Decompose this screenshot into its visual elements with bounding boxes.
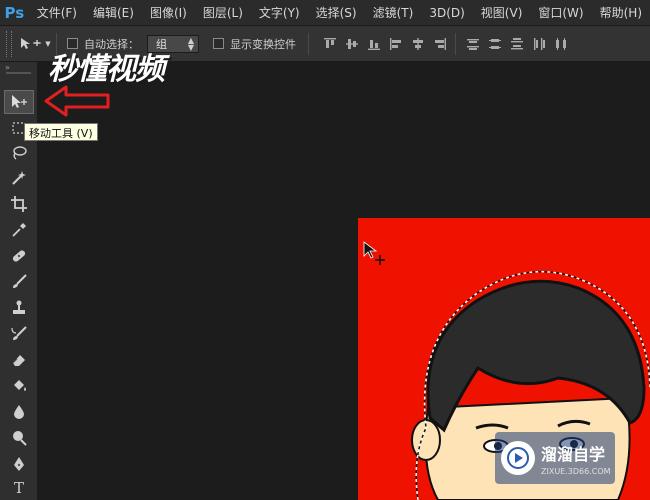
show-transform-label: 显示变换控件 (230, 37, 296, 51)
align-left-button[interactable] (385, 34, 407, 54)
dodge-tool[interactable] (4, 426, 34, 450)
bucket-icon (14, 380, 26, 391)
menu-edit[interactable]: 编辑(E) (85, 4, 142, 21)
panel-grip[interactable] (6, 72, 31, 76)
eyedropper-icon (12, 223, 26, 237)
crop-tool[interactable] (4, 192, 34, 216)
eraser-tool[interactable] (4, 348, 34, 372)
move-cursor-icon (362, 240, 388, 270)
distribute-vcenter-icon (489, 38, 501, 49)
align-right-button[interactable] (429, 34, 451, 54)
distribute-top-icon (467, 38, 479, 50)
paint-bucket-tool[interactable] (4, 374, 34, 398)
eraser-icon (12, 355, 25, 366)
watermark-top: 秒懂视频 (48, 52, 165, 87)
magic-wand-icon (12, 171, 26, 185)
lasso-icon (13, 146, 27, 160)
align-hcenter-button[interactable] (407, 34, 429, 54)
align-vcenter-icon (346, 38, 358, 49)
menu-view[interactable]: 视图(V) (473, 4, 531, 21)
move-icon (12, 95, 27, 108)
align-top-icon (324, 37, 336, 48)
tool-preset-picker[interactable]: ▼ (18, 31, 52, 57)
menu-image[interactable]: 图像(I) (142, 4, 195, 21)
divider (308, 32, 309, 55)
dodge-icon (13, 431, 27, 446)
crop-icon (11, 196, 27, 212)
align-vcenter-button[interactable] (341, 34, 363, 54)
distribute-hcenter-button[interactable] (550, 34, 572, 54)
distribute-buttons (462, 34, 572, 54)
annotation-arrow-icon (42, 84, 112, 122)
move-tool[interactable] (4, 90, 34, 114)
distribute-hcenter-icon (556, 37, 566, 50)
brush-tool[interactable] (4, 270, 34, 294)
distribute-left-button[interactable] (528, 34, 550, 54)
magic-wand-tool[interactable] (4, 166, 34, 190)
options-bar-grip[interactable] (6, 30, 12, 57)
move-tool-tooltip: 移动工具 (V) (24, 123, 98, 141)
align-buttons (319, 34, 451, 54)
menu-layer[interactable]: 图层(L) (195, 4, 251, 21)
drop-icon (14, 405, 24, 419)
distribute-bottom-button[interactable] (506, 34, 528, 54)
watermark-url: ZIXUE.3D66.COM (541, 466, 611, 476)
collapse-panel-icon[interactable]: » (0, 62, 37, 72)
distribute-left-icon (534, 37, 545, 50)
blur-tool[interactable] (4, 400, 34, 424)
distribute-vcenter-button[interactable] (484, 34, 506, 54)
stepper-arrows-icon: ▲ ▼ (187, 35, 194, 52)
align-bottom-icon (368, 39, 380, 50)
menu-help[interactable]: 帮助(H) (592, 4, 650, 21)
align-top-button[interactable] (319, 34, 341, 54)
align-hcenter-icon (413, 37, 423, 50)
align-left-icon (390, 37, 401, 50)
bandage-icon (12, 250, 26, 262)
watermark-name: 溜溜自学 (541, 444, 606, 464)
move-icon (21, 37, 42, 49)
menu-type[interactable]: 文字(Y) (251, 4, 308, 21)
history-brush-icon (11, 326, 27, 340)
eyedropper-tool[interactable] (4, 218, 34, 242)
align-right-icon (435, 37, 446, 50)
history-brush-tool[interactable] (4, 322, 34, 346)
divider (455, 32, 456, 55)
distribute-top-button[interactable] (462, 34, 484, 54)
type-tool[interactable]: T (4, 476, 34, 500)
pen-icon (14, 457, 24, 471)
menu-filter[interactable]: 滤镜(T) (365, 4, 422, 21)
distribute-bottom-icon (511, 37, 523, 49)
menu-bar: Ps 文件(F) 编辑(E) 图像(I) 图层(L) 文字(Y) 选择(S) 滤… (0, 0, 650, 26)
clone-stamp-tool[interactable] (4, 296, 34, 320)
menu-window[interactable]: 窗口(W) (530, 4, 591, 21)
lasso-tool[interactable] (4, 141, 34, 165)
healing-brush-tool[interactable] (4, 244, 34, 268)
align-bottom-button[interactable] (363, 34, 385, 54)
photoshop-logo: Ps (4, 3, 25, 22)
menu-3d[interactable]: 3D(D) (421, 6, 472, 20)
type-icon: T (13, 479, 24, 497)
play-logo-icon (501, 441, 535, 475)
menu-file[interactable]: 文件(F) (29, 4, 85, 21)
pen-tool[interactable] (4, 452, 34, 476)
show-transform-checkbox[interactable] (213, 38, 224, 49)
watermark-bottom: 溜溜自学 ZIXUE.3D66.COM (495, 432, 615, 484)
brush-icon (13, 274, 27, 288)
stamp-icon (13, 300, 25, 314)
menu-select[interactable]: 选择(S) (308, 4, 365, 21)
